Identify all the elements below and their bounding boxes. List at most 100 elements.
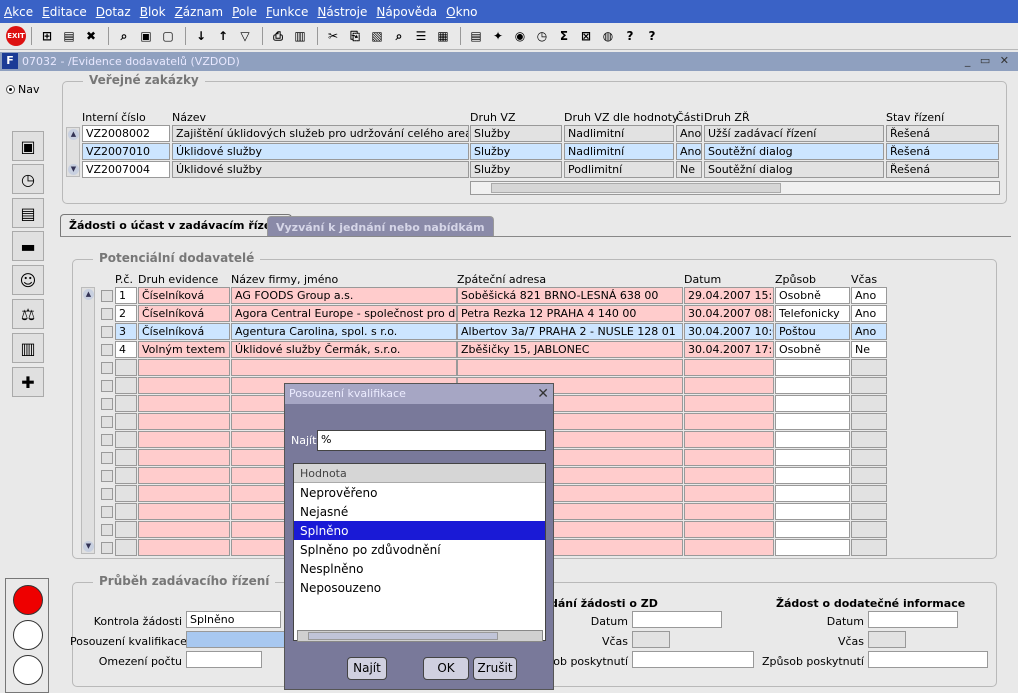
scales-icon[interactable]: ⚖ bbox=[12, 299, 44, 329]
tenders-cell[interactable]: Služby bbox=[470, 125, 562, 142]
suppliers-cell[interactable]: Číselníková bbox=[138, 323, 230, 340]
sort-asc-icon[interactable]: ↓ bbox=[191, 26, 211, 46]
suppliers-cell[interactable] bbox=[684, 413, 774, 430]
suppliers-cell[interactable] bbox=[775, 503, 850, 520]
menu-item[interactable]: Nápověda bbox=[376, 5, 437, 19]
row-selector[interactable] bbox=[101, 398, 113, 410]
omezeni-field[interactable] bbox=[186, 651, 262, 668]
eye-icon[interactable]: ◉ bbox=[510, 26, 530, 46]
dialog-cancel-button[interactable]: Zrušit bbox=[473, 657, 517, 680]
suppliers-cell[interactable]: 4 bbox=[115, 341, 137, 358]
clock-icon[interactable]: ◷ bbox=[12, 164, 44, 194]
dialog-list-item[interactable]: Splněno po zdůvodnění bbox=[294, 540, 545, 559]
window-controls[interactable]: _ ▭ ✕ bbox=[965, 54, 1012, 67]
dialog-list-item[interactable]: Neprověřeno bbox=[294, 483, 545, 502]
menu-item[interactable]: Akce bbox=[4, 5, 33, 19]
tenders-cell[interactable]: Ano bbox=[676, 143, 702, 160]
tenders-cell[interactable]: Služby bbox=[470, 143, 562, 160]
menu-item[interactable]: Editace bbox=[42, 5, 87, 19]
suppliers-cell[interactable] bbox=[684, 467, 774, 484]
tenders-hscroll[interactable] bbox=[470, 181, 1000, 195]
kontrola-field[interactable]: Splněno bbox=[186, 611, 281, 628]
clock-icon[interactable]: ◷ bbox=[532, 26, 552, 46]
exit-button[interactable]: EXIT bbox=[6, 26, 26, 46]
suppliers-cell[interactable]: Osobně bbox=[775, 287, 850, 304]
scroll-up-icon[interactable]: ▲ bbox=[83, 289, 94, 300]
suppliers-cell[interactable]: 30.04.2007 10:00 bbox=[684, 323, 774, 340]
tenders-vscroll[interactable]: ▲ ▼ bbox=[66, 127, 80, 177]
suppliers-cell[interactable] bbox=[115, 395, 137, 412]
search-icon[interactable]: ⌕ bbox=[389, 26, 409, 46]
suppliers-cell[interactable]: Telefonicky bbox=[775, 305, 850, 322]
suppliers-cell[interactable] bbox=[775, 413, 850, 430]
suppliers-cell[interactable] bbox=[775, 449, 850, 466]
row-selector[interactable] bbox=[101, 470, 113, 482]
list-icon[interactable]: ☰ bbox=[411, 26, 431, 46]
tenders-cell[interactable]: VZ2007010 bbox=[82, 143, 170, 160]
suppliers-cell[interactable] bbox=[684, 395, 774, 412]
suppliers-cell[interactable]: 2 bbox=[115, 305, 137, 322]
suppliers-cell[interactable] bbox=[851, 449, 887, 466]
zpusob2-field[interactable] bbox=[868, 651, 988, 668]
suppliers-cell[interactable]: Osobně bbox=[775, 341, 850, 358]
suppliers-cell[interactable] bbox=[138, 449, 230, 466]
menu-item[interactable]: Okno bbox=[446, 5, 477, 19]
suppliers-cell[interactable] bbox=[684, 503, 774, 520]
suppliers-cell[interactable] bbox=[115, 467, 137, 484]
tenders-cell[interactable]: Podlimitní bbox=[564, 161, 674, 178]
suppliers-cell[interactable] bbox=[851, 359, 887, 376]
tenders-cell[interactable]: Úklidové služby bbox=[172, 161, 469, 178]
suppliers-cell[interactable] bbox=[851, 503, 887, 520]
suppliers-cell[interactable] bbox=[775, 467, 850, 484]
cut-icon[interactable]: ✂ bbox=[323, 26, 343, 46]
suppliers-cell[interactable] bbox=[684, 485, 774, 502]
suppliers-cell[interactable] bbox=[115, 359, 137, 376]
suppliers-cell[interactable] bbox=[138, 503, 230, 520]
row-selector[interactable] bbox=[101, 344, 113, 356]
suppliers-cell[interactable] bbox=[775, 521, 850, 538]
suppliers-cell[interactable]: Volným textem bbox=[138, 341, 230, 358]
menu-item[interactable]: Záznam bbox=[175, 5, 224, 19]
tenders-cell[interactable]: Užší zadávací řízení bbox=[704, 125, 884, 142]
suppliers-cell[interactable] bbox=[851, 395, 887, 412]
tenders-cell[interactable]: Úklidové služby bbox=[172, 143, 469, 160]
row-selector[interactable] bbox=[101, 452, 113, 464]
suppliers-cell[interactable] bbox=[851, 377, 887, 394]
posouzeni-field[interactable] bbox=[186, 631, 286, 648]
delete-record-icon[interactable]: ✖ bbox=[81, 26, 101, 46]
report-icon[interactable]: ▤ bbox=[466, 26, 486, 46]
row-selector[interactable] bbox=[101, 506, 113, 518]
nav-radio[interactable]: Nav bbox=[6, 83, 39, 96]
suppliers-cell[interactable]: 30.04.2007 08:10 bbox=[684, 305, 774, 322]
suppliers-cell[interactable] bbox=[231, 359, 457, 376]
row-selector[interactable] bbox=[101, 362, 113, 374]
suppliers-cell[interactable] bbox=[775, 539, 850, 556]
zpusob-field[interactable] bbox=[632, 651, 754, 668]
print-preview-icon[interactable]: ▥ bbox=[290, 26, 310, 46]
vcas-field[interactable] bbox=[632, 631, 670, 648]
tenders-cell[interactable]: Soutěžní dialog bbox=[704, 143, 884, 160]
close-icon[interactable]: ✕ bbox=[537, 386, 549, 402]
person-icon[interactable]: ☺ bbox=[12, 265, 44, 295]
suppliers-cell[interactable] bbox=[138, 539, 230, 556]
row-selector[interactable] bbox=[101, 326, 113, 338]
vcas2-field[interactable] bbox=[868, 631, 906, 648]
tenders-cell[interactable]: VZ2008002 bbox=[82, 125, 170, 142]
datum-field[interactable] bbox=[632, 611, 722, 628]
suppliers-cell[interactable] bbox=[851, 485, 887, 502]
money-icon[interactable]: ▣ bbox=[12, 131, 44, 161]
add-document-icon[interactable]: ✚ bbox=[12, 367, 44, 397]
row-selector[interactable] bbox=[101, 380, 113, 392]
suppliers-cell[interactable] bbox=[115, 521, 137, 538]
suppliers-cell[interactable] bbox=[138, 413, 230, 430]
row-selector[interactable] bbox=[101, 308, 113, 320]
suppliers-cell[interactable] bbox=[138, 377, 230, 394]
paste-icon[interactable]: ▧ bbox=[367, 26, 387, 46]
dialog-hscroll[interactable] bbox=[297, 630, 543, 642]
tenders-cell[interactable]: Nadlimitní bbox=[564, 143, 674, 160]
suppliers-cell[interactable] bbox=[775, 395, 850, 412]
suppliers-cell[interactable] bbox=[851, 539, 887, 556]
suppliers-cell[interactable]: 1 bbox=[115, 287, 137, 304]
suppliers-cell[interactable] bbox=[115, 377, 137, 394]
row-selector[interactable] bbox=[101, 416, 113, 428]
